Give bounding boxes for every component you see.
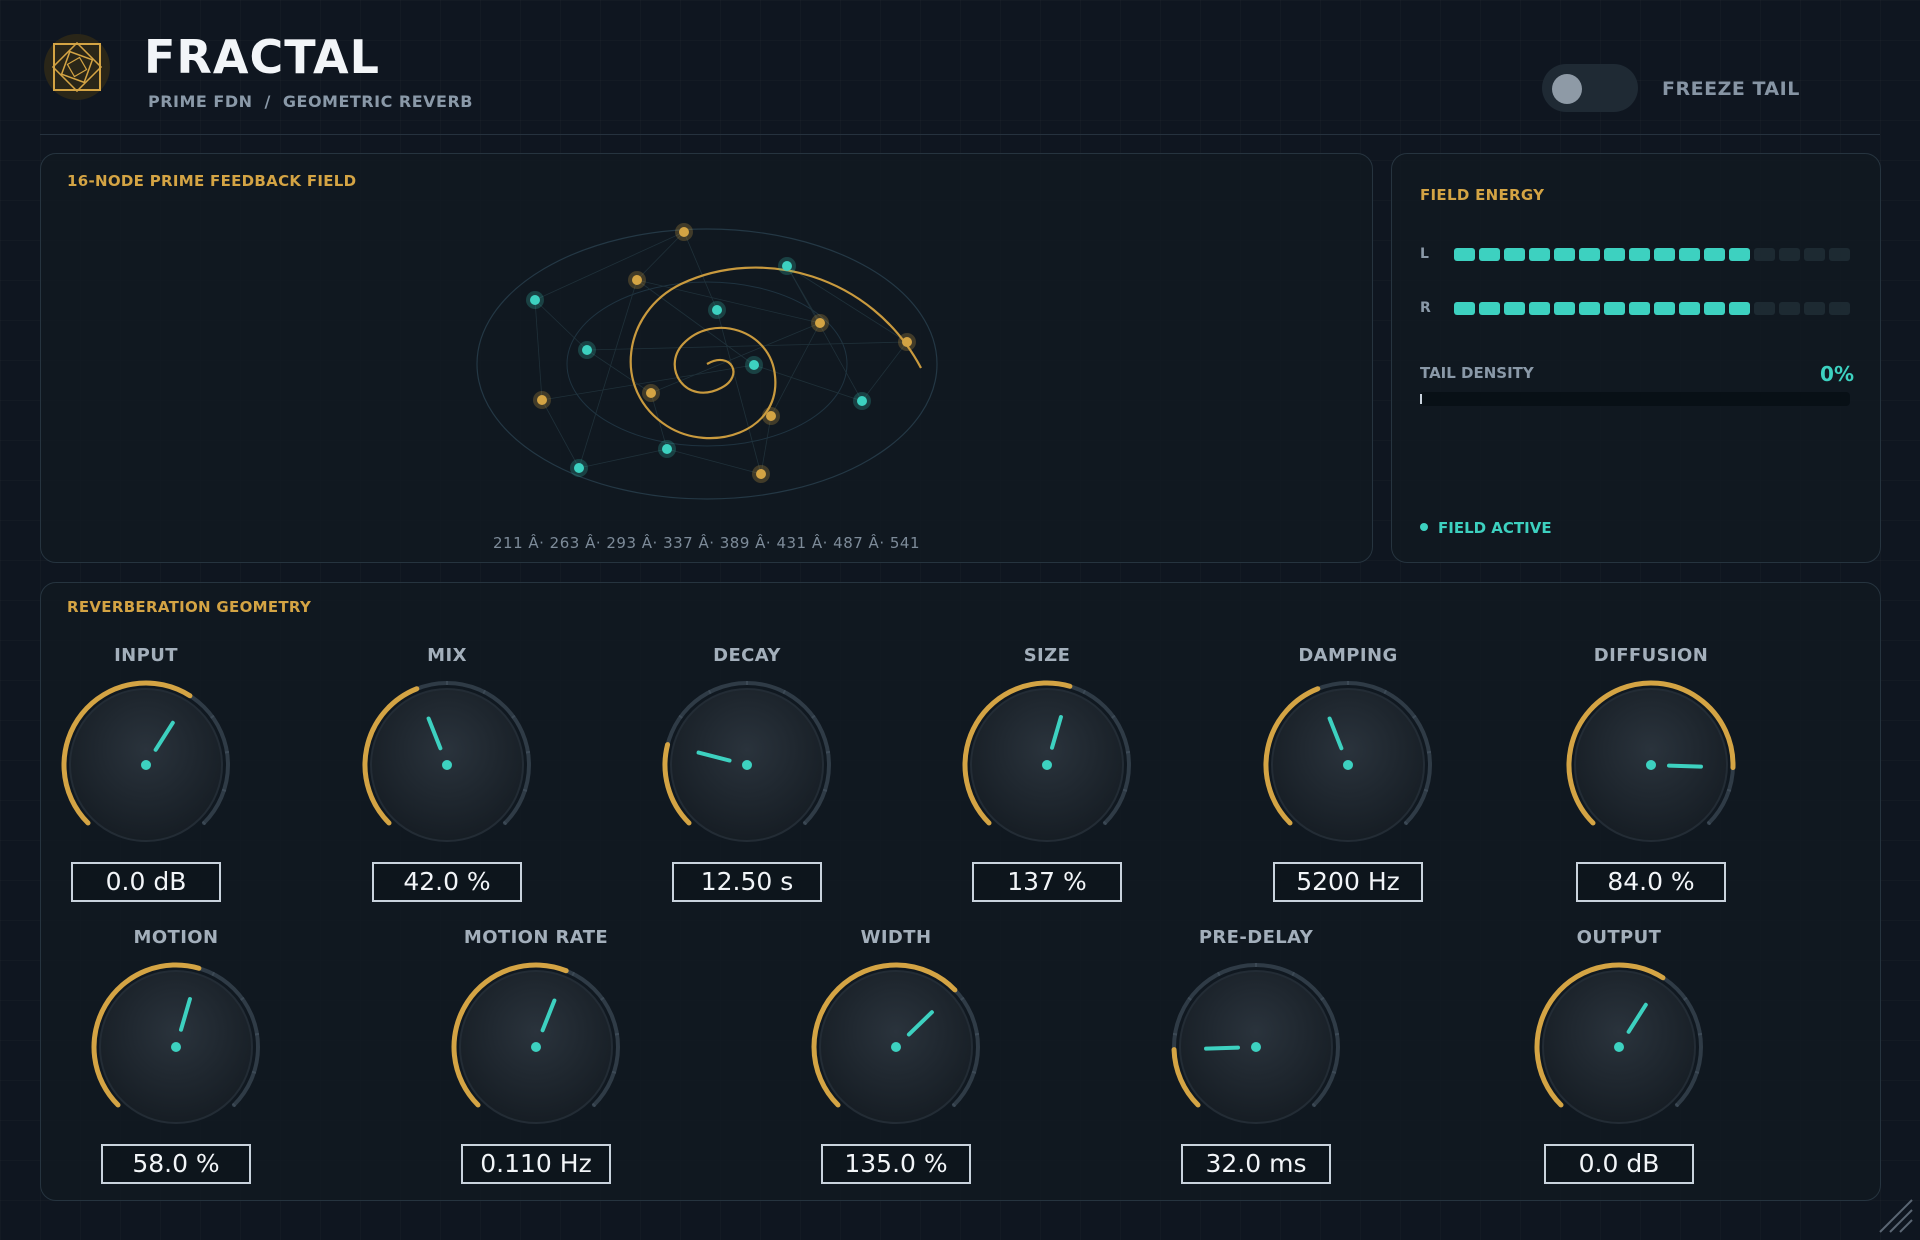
knob-value-field[interactable]: 32.0 ms (1181, 1144, 1331, 1184)
meter-segment (1629, 302, 1650, 315)
knob-label: MOTION RATE (463, 927, 609, 948)
header: FRACTAL PRIME FDN / GEOMETRIC REVERB FREEZ… (40, 30, 1880, 135)
knob-label: DIFFUSION (1593, 645, 1709, 666)
knob-value-field[interactable]: 0.0 dB (71, 862, 221, 902)
meter-segment (1629, 248, 1650, 261)
meter-segment (1504, 248, 1525, 261)
rotary-dial[interactable] (1533, 961, 1705, 1133)
field-status: FIELD ACTIVE (1420, 519, 1552, 537)
meter-segment (1704, 302, 1725, 315)
meter-segment (1604, 302, 1625, 315)
knob-label: DAMPING (1298, 645, 1398, 666)
feedback-field-panel: 16-NODE PRIME FEEDBACK FIELD 211 Â· 263 … (40, 153, 1373, 563)
meter-segment (1679, 302, 1700, 315)
rotary-dial[interactable] (810, 961, 982, 1133)
meter-segment (1729, 302, 1750, 315)
rotary-dial[interactable] (1170, 961, 1342, 1133)
reverb-geometry-panel: REVERBERATION GEOMETRY INPUT 0.0 dB MIX 42.… (40, 582, 1881, 1201)
tail-density-bar (1420, 392, 1850, 406)
knob-label: SIZE (1023, 645, 1071, 666)
knob-label: WIDTH (860, 927, 932, 948)
knob-value-field[interactable]: 0.0 dB (1544, 1144, 1694, 1184)
meter-segment (1779, 302, 1800, 315)
rotary-dial[interactable] (90, 961, 262, 1133)
fractal-logo-icon (44, 34, 110, 100)
knob-value-field[interactable]: 5200 Hz (1273, 862, 1423, 902)
subtitle-engine: PRIME FDN (148, 92, 253, 111)
knob-value-field[interactable]: 137 % (972, 862, 1122, 902)
knob-value-field[interactable]: 0.110 Hz (461, 1144, 611, 1184)
knob-label: OUTPUT (1576, 927, 1662, 948)
rotary-dial[interactable] (1565, 679, 1737, 851)
knob-label: PRE-DELAY (1198, 927, 1314, 948)
knob-label: MOTION (133, 927, 219, 948)
meter-segment (1754, 248, 1775, 261)
meter-segment (1829, 302, 1850, 315)
prime-delay-list: 211 Â· 263 Â· 293 Â· 337 Â· 389 Â· 431 Â… (492, 534, 920, 552)
rotary-dial[interactable] (60, 679, 232, 851)
meter-segment (1479, 302, 1500, 315)
meter-left (1454, 248, 1850, 262)
freeze-tail-label: FREEZE TAIL (1662, 78, 1800, 100)
meter-segment (1454, 248, 1475, 261)
meter-segment (1504, 302, 1525, 315)
meter-right-label: R (1420, 300, 1431, 316)
knob-value-field[interactable]: 12.50 s (672, 862, 822, 902)
field-energy-panel: FIELD ENERGY L R TAIL DENSITY 0% FIELD A… (1391, 153, 1881, 563)
meter-segment (1654, 302, 1675, 315)
subtitle-type: GEOMETRIC REVERB (282, 92, 473, 111)
meter-segment (1704, 248, 1725, 261)
meter-segment (1529, 302, 1550, 315)
meter-segment (1654, 248, 1675, 261)
meter-right (1454, 302, 1850, 316)
knob-label: INPUT (114, 645, 178, 666)
meter-segment (1579, 302, 1600, 315)
meter-segment (1754, 302, 1775, 315)
tail-density-label: TAIL DENSITY (1420, 364, 1534, 382)
app-title: FRACTAL (144, 30, 380, 84)
tail-density-value: 0% (1820, 362, 1854, 386)
resize-grip-icon[interactable] (1876, 1196, 1916, 1236)
meter-segment (1454, 302, 1475, 315)
meter-segment (1529, 248, 1550, 261)
knob-value-field[interactable]: 84.0 % (1576, 862, 1726, 902)
meter-segment (1679, 248, 1700, 261)
feedback-field-visual (476, 223, 938, 500)
meter-segment (1729, 248, 1750, 261)
knob-value-field[interactable]: 58.0 % (101, 1144, 251, 1184)
meter-segment (1579, 248, 1600, 261)
freeze-tail-toggle[interactable] (1542, 64, 1638, 112)
rotary-dial[interactable] (961, 679, 1133, 851)
meter-segment (1829, 248, 1850, 261)
reverb-geometry-title: REVERBERATION GEOMETRY (67, 598, 312, 616)
toggle-knob (1552, 74, 1582, 104)
knob-label: MIX (427, 645, 467, 666)
meter-segment (1479, 248, 1500, 261)
rotary-dial[interactable] (661, 679, 833, 851)
rotary-dial[interactable] (1262, 679, 1434, 851)
rotary-dial[interactable] (450, 961, 622, 1133)
meter-segment (1554, 302, 1575, 315)
tail-density-fill (1420, 394, 1422, 404)
rotary-dial[interactable] (361, 679, 533, 851)
status-dot-icon (1420, 522, 1428, 531)
meter-segment (1804, 248, 1825, 261)
knob-value-field[interactable]: 42.0 % (372, 862, 522, 902)
field-status-text: FIELD ACTIVE (1438, 519, 1552, 537)
meter-segment (1804, 302, 1825, 315)
meter-segment (1779, 248, 1800, 261)
field-energy-title: FIELD ENERGY (1420, 186, 1545, 204)
knob-value-field[interactable]: 135.0 % (821, 1144, 971, 1184)
meter-segment (1554, 248, 1575, 261)
meter-left-label: L (1420, 246, 1429, 262)
knob-label: DECAY (713, 645, 781, 666)
meter-segment (1604, 248, 1625, 261)
app-subtitle: PRIME FDN / GEOMETRIC REVERB (148, 92, 473, 111)
subtitle-separator: / (264, 92, 271, 111)
